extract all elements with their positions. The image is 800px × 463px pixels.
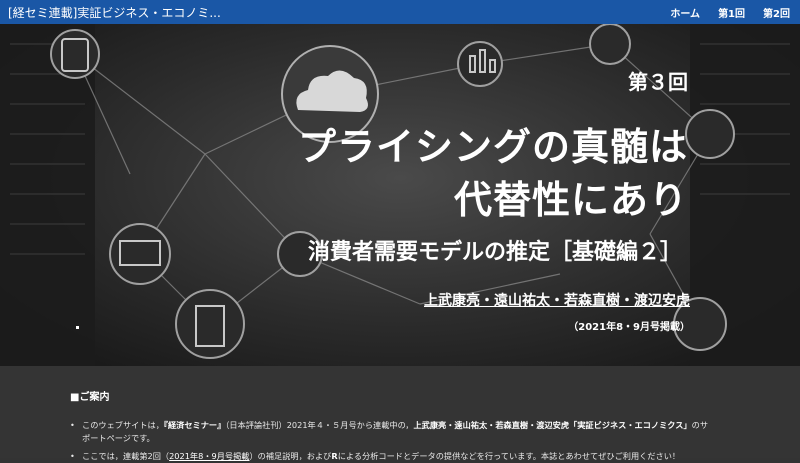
publication-date: （2021年8・9月号掲載） bbox=[568, 322, 690, 333]
nav-issue2-link[interactable]: 第2回 bbox=[763, 5, 790, 20]
magazine-name: 『経済セミナー』 bbox=[163, 420, 226, 430]
info-item-1-middle: （日本評論社刊）2021年４・５月号から連載中の， bbox=[225, 420, 414, 430]
info-item-1: このウェブサイトは，『経済セミナー』（日本評論社刊）2021年４・５月号から連載… bbox=[70, 419, 710, 445]
info-item-2-middle: ）の補足説明，および bbox=[249, 451, 332, 461]
info-list: このウェブサイトは，『経済セミナー』（日本評論社刊）2021年４・５月号から連載… bbox=[70, 419, 710, 463]
issue-number: 第３回 bbox=[628, 70, 688, 94]
info-heading: ■ご案内 bbox=[70, 392, 110, 403]
issue-link[interactable]: 2021年8・9月号掲載 bbox=[169, 451, 249, 461]
nav-issue1-link[interactable]: 第1回 bbox=[718, 5, 745, 20]
page-subtitle: 消費者需要モデルの推定［基礎編２］ bbox=[307, 240, 682, 265]
site-brand-link[interactable]: [経セミ連載]実証ビジネス・エコノミ... bbox=[8, 4, 221, 21]
info-section: ■ご案内 このウェブサイトは，『経済セミナー』（日本評論社刊）2021年４・５月… bbox=[0, 366, 800, 463]
info-item-2-prefix: ここでは，連載第2回（ bbox=[82, 451, 170, 461]
top-navbar: [経セミ連載]実証ビジネス・エコノミ... ホーム 第1回 第2回 bbox=[0, 0, 800, 24]
page-title-line1: プライシングの真髄は bbox=[297, 125, 688, 169]
hero-banner: 第３回 プライシングの真髄は 代替性にあり 消費者需要モデルの推定［基礎編２］ … bbox=[0, 24, 800, 366]
info-item-2-suffix: による分析コードとデータの提供などを行っています。本誌とあわせてぜひご利用くださ… bbox=[337, 451, 681, 461]
authors-link[interactable]: 上武康亮・遠山祐太・若森直樹・渡辺安虎 bbox=[424, 290, 690, 310]
info-item-2: ここでは，連載第2回（2021年8・9月号掲載）の補足説明，およびRによる分析コ… bbox=[70, 450, 710, 463]
page-title-line2: 代替性にあり bbox=[453, 178, 688, 222]
series-name: 上武康亮・遠山祐太・若森直樹・渡辺安虎「実証ビジネス・エコノミクス」 bbox=[413, 420, 692, 430]
info-item-1-prefix: このウェブサイトは， bbox=[82, 420, 164, 430]
nav-home-link[interactable]: ホーム bbox=[670, 5, 700, 20]
nav-links: ホーム 第1回 第2回 bbox=[670, 5, 790, 20]
